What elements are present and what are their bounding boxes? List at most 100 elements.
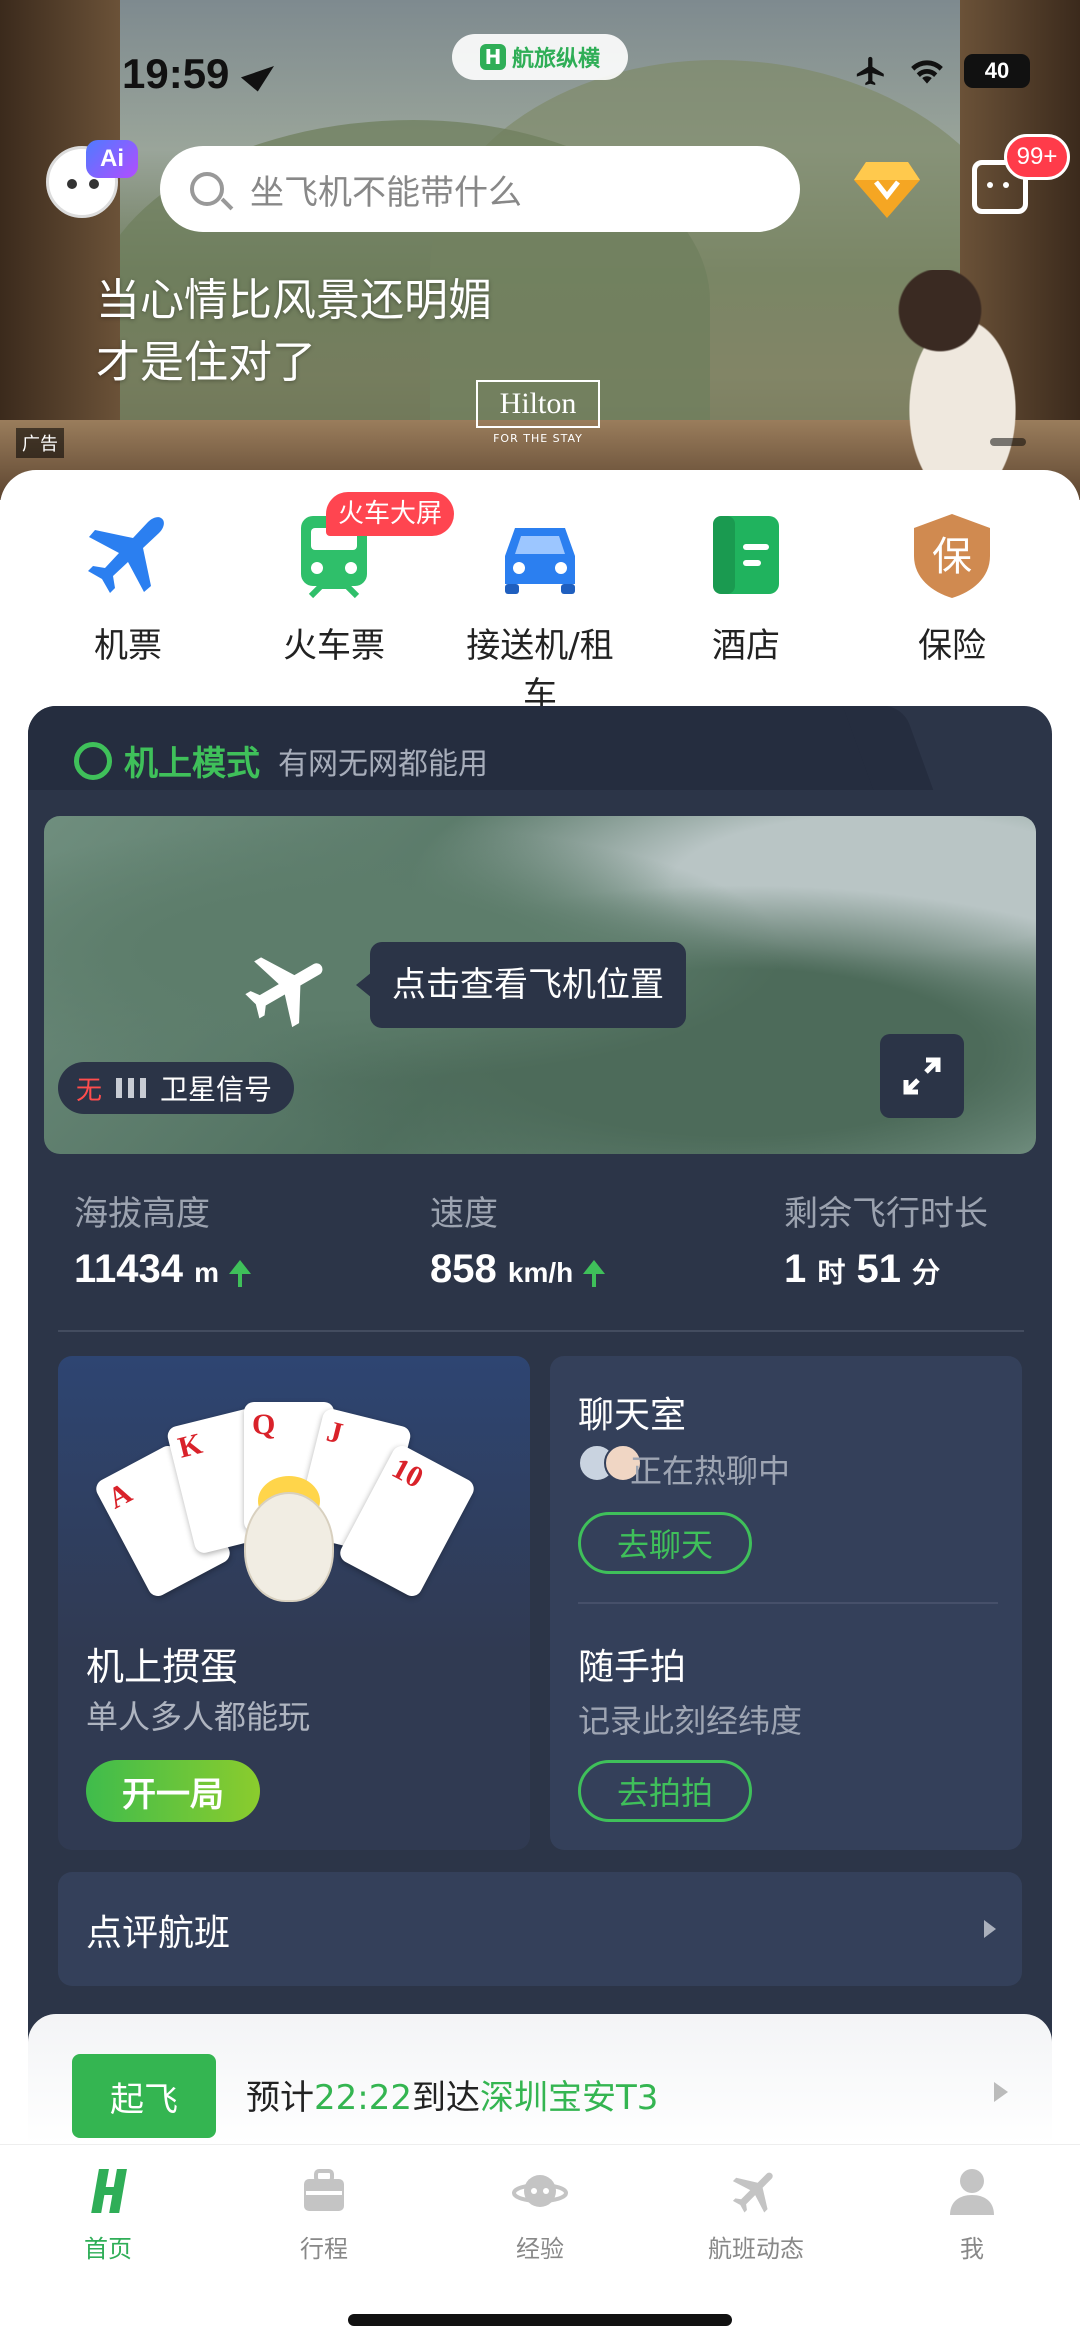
stat-hours: 1 xyxy=(784,1247,807,1291)
arrival-time: 22:22 xyxy=(314,2078,412,2118)
battery-icon: 40 xyxy=(964,54,1030,88)
arrow-up-icon xyxy=(229,1260,252,1287)
service-label: 火车票 xyxy=(283,626,385,666)
start-game-button[interactable]: 开一局 xyxy=(86,1760,260,1822)
airplane-icon xyxy=(83,510,173,600)
tab-flight-status[interactable]: 航班动态 xyxy=(656,2163,856,2264)
app-screen: 当心情比风景还明媚 才是住对了 Hilton FOR THE STAY 广告 1… xyxy=(0,0,1080,2347)
service-label: 保险 xyxy=(918,626,986,666)
arrival-estimate: 预计22:22到达深圳宝安T3 xyxy=(246,2070,658,2119)
user-icon xyxy=(944,2163,1000,2219)
ad-brand-tagline: FOR THE STAY xyxy=(493,432,583,445)
arrival-prefix: 预计 xyxy=(246,2078,314,2118)
game-title: 机上掼蛋 xyxy=(86,1645,239,1689)
flight-stats: 海拔高度 11434 m 速度 858 km/h 剩余飞行时长 1 时 51 分 xyxy=(74,1186,1014,1306)
tab-label: 首页 xyxy=(84,2235,132,2263)
stat-value: 858 xyxy=(430,1247,497,1291)
stat-unit: m xyxy=(194,1257,220,1288)
location-arrow-icon xyxy=(240,54,278,92)
service-flight-ticket[interactable]: 机票 xyxy=(38,510,218,667)
takeoff-status-chip: 起飞 xyxy=(72,2054,216,2138)
home-icon xyxy=(80,2163,136,2219)
tab-label: 我 xyxy=(960,2235,984,2263)
photo-subtitle: 记录此刻经纬度 xyxy=(578,1702,803,1740)
ad-headline: 当心情比风景还明媚 才是住对了 xyxy=(96,270,492,394)
status-time: 19:59 xyxy=(122,50,230,97)
home-indicator xyxy=(348,2314,732,2326)
membership-diamond-icon[interactable] xyxy=(852,158,922,220)
search-bar[interactable]: 坐飞机不能带什么 xyxy=(160,146,800,232)
service-insurance[interactable]: 保 保险 xyxy=(862,510,1042,667)
ad-brand-logo: Hilton xyxy=(476,380,600,428)
review-flight-row[interactable]: 点评航班 xyxy=(58,1872,1022,1986)
message-count-badge: 99+ xyxy=(1004,134,1070,180)
tab-trips[interactable]: 行程 xyxy=(224,2163,424,2264)
wifi-icon xyxy=(908,56,946,86)
flight-map[interactable]: 点击查看飞机位置 无 卫星信号 xyxy=(44,816,1036,1154)
ad-line-2: 才是住对了 xyxy=(96,337,316,388)
playing-cards-illustration: A K Q J 10 xyxy=(92,1396,478,1616)
service-label: 机票 xyxy=(94,626,162,666)
search-icon xyxy=(190,172,224,206)
stat-label: 速度 xyxy=(430,1194,498,1234)
status-bar: 19:59 H 航旅纵横 40 xyxy=(0,0,1080,150)
flight-mode-header: 机上模式 有网无网都能用 xyxy=(74,736,488,785)
flight-status-icon xyxy=(728,2163,784,2219)
review-title: 点评航班 xyxy=(86,1913,231,1954)
ai-badge[interactable]: Ai xyxy=(86,140,138,178)
flight-mode-subtitle: 有网无网都能用 xyxy=(278,746,488,782)
service-hotel[interactable]: 酒店 xyxy=(656,510,836,667)
planet-chat-icon xyxy=(512,2163,568,2219)
stats-divider xyxy=(58,1330,1024,1332)
arrival-mid: 到达 xyxy=(411,2078,480,2118)
tab-experience[interactable]: 经验 xyxy=(440,2163,640,2264)
egg-icon xyxy=(244,1492,334,1602)
chevron-right-icon xyxy=(984,1920,996,1938)
ad-label: 广告 xyxy=(16,428,64,458)
insurance-icon: 保 xyxy=(907,510,997,600)
arrow-up-icon xyxy=(583,1260,606,1287)
train-screen-badge: 火车大屏 xyxy=(326,492,455,536)
tab-home[interactable]: 首页 xyxy=(8,2163,208,2264)
social-divider xyxy=(578,1602,998,1604)
flight-mode-title: 机上模式 xyxy=(124,744,260,784)
stat-label: 海拔高度 xyxy=(74,1194,210,1234)
signal-bars-icon xyxy=(116,1078,147,1098)
system-icons: 40 xyxy=(852,54,1030,88)
chevron-right-icon xyxy=(994,2082,1008,2102)
signal-label: 卫星信号 xyxy=(160,1073,273,1106)
game-card[interactable]: A K Q J 10 机上掼蛋 单人多人都能玩 开一局 xyxy=(58,1356,530,1850)
stat-value: 11434 xyxy=(74,1247,184,1291)
avatar-eye-icon xyxy=(89,179,99,189)
satellite-signal-indicator: 无 卫星信号 xyxy=(58,1062,295,1114)
go-chat-button[interactable]: 去聊天 xyxy=(578,1512,752,1574)
service-label: 接送机/租车 xyxy=(466,626,614,715)
app-logo-icon: H xyxy=(479,44,506,70)
tab-label: 经验 xyxy=(516,2235,564,2263)
airplane-mode-icon xyxy=(852,54,890,88)
signal-none-label: 无 xyxy=(76,1075,103,1106)
brand-name: 航旅纵横 xyxy=(511,47,600,72)
flight-status-bar[interactable]: 起飞 预计22:22到达深圳宝安T3 xyxy=(28,2014,1052,2144)
stat-altitude: 海拔高度 11434 m xyxy=(74,1186,252,1292)
map-tooltip[interactable]: 点击查看飞机位置 xyxy=(356,942,686,1028)
ad-line-1: 当心情比风景还明媚 xyxy=(96,275,492,326)
game-subtitle: 单人多人都能玩 xyxy=(86,1698,311,1736)
go-photo-button[interactable]: 去拍拍 xyxy=(578,1760,752,1822)
airplane-position-icon xyxy=(240,940,336,1036)
social-card: 聊天室 正在热聊中 去聊天 随手拍 记录此刻经纬度 去拍拍 xyxy=(550,1356,1022,1850)
hotel-icon xyxy=(701,510,791,600)
service-grid: 机票 火车票 接送机/租车 酒店 保 保险 xyxy=(0,470,1080,1150)
tab-label: 行程 xyxy=(300,2235,348,2263)
svg-text:保: 保 xyxy=(932,534,972,580)
car-icon xyxy=(495,510,585,600)
arrival-airport: 深圳宝安T3 xyxy=(479,2078,659,2118)
service-car[interactable]: 接送机/租车 xyxy=(450,510,630,716)
chat-title: 聊天室 xyxy=(578,1395,687,1436)
avatar-eye-icon xyxy=(67,179,77,189)
tab-me[interactable]: 我 xyxy=(872,2163,1072,2264)
tab-label: 航班动态 xyxy=(708,2235,804,2263)
expand-icon[interactable] xyxy=(880,1034,964,1118)
ad-carousel-indicator xyxy=(990,438,1026,446)
brand-pill: H 航旅纵横 xyxy=(452,34,628,80)
